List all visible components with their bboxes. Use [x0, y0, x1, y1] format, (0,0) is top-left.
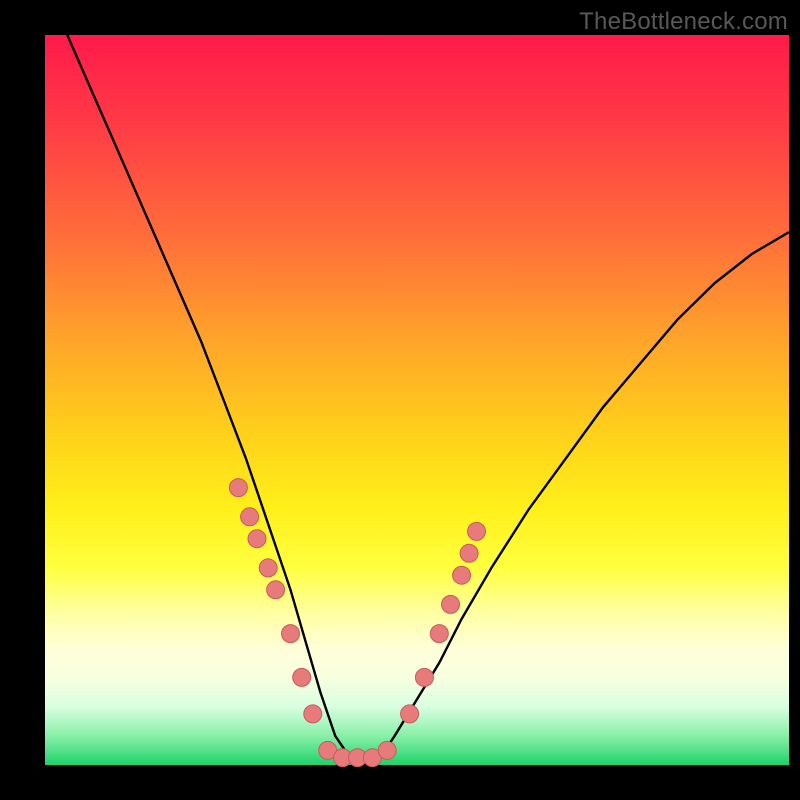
sample-dot: [378, 741, 396, 759]
sample-dot: [442, 595, 460, 613]
sample-dot: [304, 705, 322, 723]
sample-dot: [430, 625, 448, 643]
sample-dot: [282, 625, 300, 643]
sample-dot: [259, 559, 277, 577]
sample-dot: [293, 668, 311, 686]
sample-dot: [229, 479, 247, 497]
chart-frame: TheBottleneck.com: [0, 0, 800, 800]
sample-dot: [460, 544, 478, 562]
bottleneck-curve: [67, 35, 789, 765]
sample-dot: [248, 530, 266, 548]
sample-dot: [453, 566, 471, 584]
sample-dot: [415, 668, 433, 686]
chart-overlay: [45, 35, 789, 765]
sample-dot: [401, 705, 419, 723]
watermark-text: TheBottleneck.com: [579, 8, 788, 36]
sample-dot: [267, 581, 285, 599]
sample-dot: [468, 522, 486, 540]
sample-dot: [241, 508, 259, 526]
